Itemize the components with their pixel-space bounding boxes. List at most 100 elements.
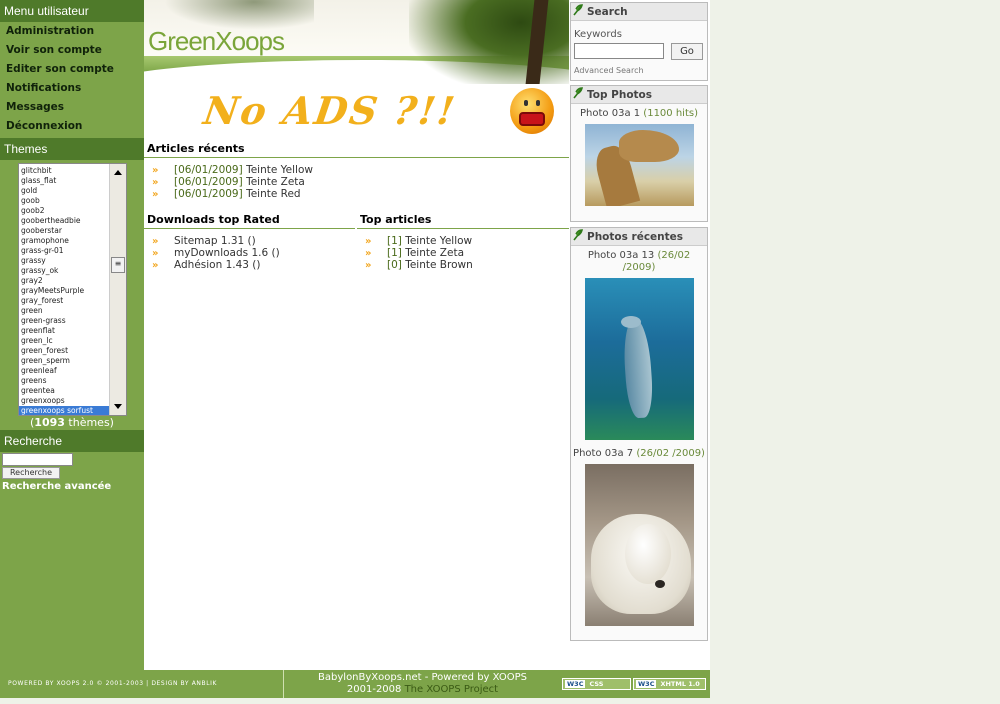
theme-option[interactable]: greenxoops [19,396,110,406]
xoops-project-link[interactable]: The XOOPS Project [405,684,499,695]
top-photos-block: Top Photos Photo 03a 1 (1100 hits) [570,85,708,222]
recent-articles-title: Articles récents [144,140,569,158]
search-block-title: Recherche [0,430,144,452]
bullet-icon: » [152,260,159,271]
scroll-thumb[interactable]: ≡ [111,257,125,273]
menu-item-notifications[interactable]: Notifications [0,79,144,98]
list-item[interactable]: » [06/01/2009] Teinte Zeta [152,176,569,188]
scroll-up-arrow-icon[interactable] [114,170,122,175]
keywords-label: Keywords [574,29,622,40]
list-item[interactable]: » Adhésion 1.43 () [152,259,355,271]
recent-articles-block: Articles récents » [06/01/2009] Teinte Ye… [144,140,569,200]
dolphin-photo[interactable] [584,278,694,440]
site-logo[interactable]: GreenXoops [148,26,285,57]
theme-option[interactable]: greenflat [19,326,110,336]
photo-caption[interactable]: Photo 03a 13 (26/02 /2009) [571,250,707,274]
theme-option[interactable]: goobertheadbie [19,216,110,226]
theme-option[interactable]: gramophone [19,236,110,246]
top-articles-list: » [1] Teinte Yellow» [1] Teinte Zeta» [0] T… [357,229,569,271]
leaf-icon [573,87,583,99]
left-sidebar: Menu utilisateur Administration Voir son… [0,0,144,670]
go-button[interactable]: Go [671,43,703,60]
user-menu-title: Menu utilisateur [0,0,144,22]
menu-item-messages[interactable]: Messages [0,98,144,117]
photo-caption[interactable]: Photo 03a 1 (1100 hits) [571,108,707,120]
keywords-input[interactable] [574,43,664,59]
theme-count-number: 1093 [34,416,65,429]
leaf-icon [573,229,583,241]
theme-option[interactable]: glitchbit [19,166,110,176]
header-banner: GreenXoops [144,0,569,84]
theme-select-list[interactable]: glitchbit glass_flat gold goob goob2 gooberth… [18,163,127,416]
advanced-search-link-right[interactable]: Advanced Search [574,66,644,75]
theme-option[interactable]: green [19,306,110,316]
theme-option[interactable]: gray2 [19,276,110,286]
theme-option[interactable]: gray_forest [19,296,110,306]
theme-option[interactable]: goob [19,196,110,206]
footer-powered-by: BabylonByXoops.net - Powered by XOOPS 20… [318,672,527,695]
w3c-css-badge[interactable]: W3C CSS [562,678,631,690]
top-articles-block: Top articles » [1] Teinte Yellow» [1] Tein… [357,211,569,271]
recent-photos-title: Photos récentes [587,231,684,243]
recent-photos-header: Photos récentes [571,228,707,246]
polar-bear-photo[interactable] [584,464,694,626]
theme-count: (1093 thèmes) [30,416,114,429]
list-item[interactable]: » [06/01/2009] Teinte Yellow [152,164,569,176]
photo-caption[interactable]: Photo 03a 7 (26/02 /2009) [571,448,707,460]
theme-options: glitchbit glass_flat gold goob goob2 gooberth… [19,164,110,415]
w3c-xhtml-badge[interactable]: W3C XHTML 1.0 [633,678,706,690]
search-input[interactable] [2,453,73,466]
list-item[interactable]: » Sitemap 1.31 () [152,235,355,247]
menu-item-edit-account[interactable]: Editer son compte [0,60,144,79]
top-photos-header: Top Photos [571,86,707,104]
theme-option[interactable]: green_lc [19,336,110,346]
theme-option[interactable]: glass_flat [19,176,110,186]
list-item[interactable]: » [0] Teinte Brown [365,259,569,271]
list-item[interactable]: » [06/01/2009] Teinte Red [152,188,569,200]
theme-option[interactable]: gold [19,186,110,196]
menu-item-administration[interactable]: Administration [0,22,144,41]
ad-banner-text: No ADS ?!! [200,88,460,133]
theme-option[interactable]: goob2 [19,206,110,216]
themes-title: Themes [0,138,144,160]
top-photos-title: Top Photos [587,89,653,101]
right-sidebar: Search Keywords Go Advanced Search Top P… [569,0,710,670]
list-item[interactable]: » [1] Teinte Yellow [365,235,569,247]
downloads-list: » Sitemap 1.31 ()» myDownloads 1.6 ()» Adhé… [144,229,355,271]
theme-option[interactable]: green-grass [19,316,110,326]
theme-list-scrollbar[interactable]: ≡ [109,164,126,415]
list-item[interactable]: » myDownloads 1.6 () [152,247,355,259]
theme-option[interactable]: greens [19,376,110,386]
bullet-icon: » [365,260,372,271]
theme-option[interactable]: grassy [19,256,110,266]
theme-option[interactable]: green_sperm [19,356,110,366]
theme-option[interactable]: green_forest [19,346,110,356]
downloads-title: Downloads top Rated [144,211,355,229]
advanced-search-link[interactable]: Recherche avancée [2,481,111,492]
theme-option[interactable]: greentea [19,386,110,396]
menu-item-logout[interactable]: Déconnexion [0,117,144,136]
footer-credits: POWERED BY XOOPS 2.0 © 2001-2003 | DESIG… [0,670,284,698]
search-block: Search Keywords Go Advanced Search [570,2,708,81]
search-block-title-right: Search [587,6,628,18]
search-button[interactable]: Recherche [2,467,60,479]
ad-banner[interactable]: No ADS ?!! [144,86,569,138]
smiley-icon [510,88,554,134]
theme-option[interactable]: grass-gr-01 [19,246,110,256]
search-block-header: Search [571,3,707,21]
theme-option[interactable]: grassy_ok [19,266,110,276]
downloads-block: Downloads top Rated » Sitemap 1.31 ()» myD… [144,211,355,271]
scroll-down-arrow-icon[interactable] [114,404,122,409]
main-content: GreenXoops No ADS ?!! Articles récents »… [144,0,569,670]
theme-option[interactable]: grayMeetsPurple [19,286,110,296]
camel-photo[interactable] [584,124,694,206]
bullet-icon: » [152,189,159,200]
theme-option[interactable]: greenleaf [19,366,110,376]
menu-item-view-account[interactable]: Voir son compte [0,41,144,60]
theme-option[interactable]: greenxoops sorfust [19,406,110,415]
footer: POWERED BY XOOPS 2.0 © 2001-2003 | DESIG… [0,670,710,698]
theme-option[interactable]: gooberstar [19,226,110,236]
top-articles-title: Top articles [357,211,569,229]
leaf-icon [573,4,583,16]
list-item[interactable]: » [1] Teinte Zeta [365,247,569,259]
